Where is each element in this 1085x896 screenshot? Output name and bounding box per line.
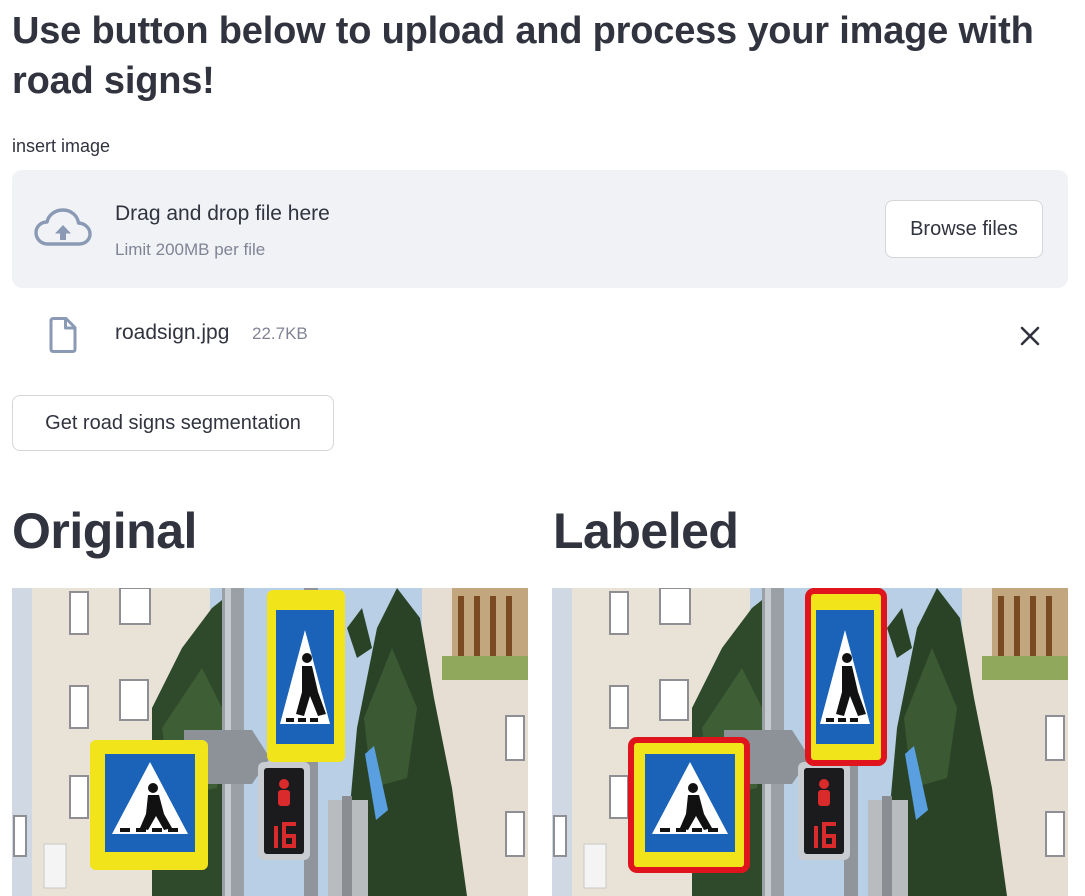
labeled-heading: Labeled — [553, 503, 739, 559]
uploader-label: insert image — [12, 136, 111, 156]
close-icon[interactable] — [1014, 320, 1046, 352]
uploaded-file-name: roadsign.jpg — [115, 321, 230, 344]
original-image — [12, 588, 528, 896]
streamlit-app: Use button below to upload and process y… — [0, 0, 1085, 896]
uploaded-file-size: 22.7KB — [252, 324, 308, 343]
labeled-image — [552, 588, 1068, 896]
uploaded-file-row: roadsign.jpg 22.7KB — [12, 300, 1068, 370]
cloud-upload-icon — [34, 208, 92, 246]
page-title: Use button below to upload and process y… — [12, 10, 1034, 102]
original-heading: Original — [12, 503, 197, 559]
dropzone-limit: Limit 200MB per file — [115, 240, 266, 259]
browse-files-button[interactable]: Browse files — [885, 200, 1043, 258]
segmentation-button[interactable]: Get road signs segmentation — [12, 395, 334, 451]
dropzone-instruction: Drag and drop file here — [115, 202, 330, 225]
file-dropzone[interactable]: Drag and drop file here Limit 200MB per … — [12, 170, 1068, 288]
file-icon — [49, 317, 77, 353]
